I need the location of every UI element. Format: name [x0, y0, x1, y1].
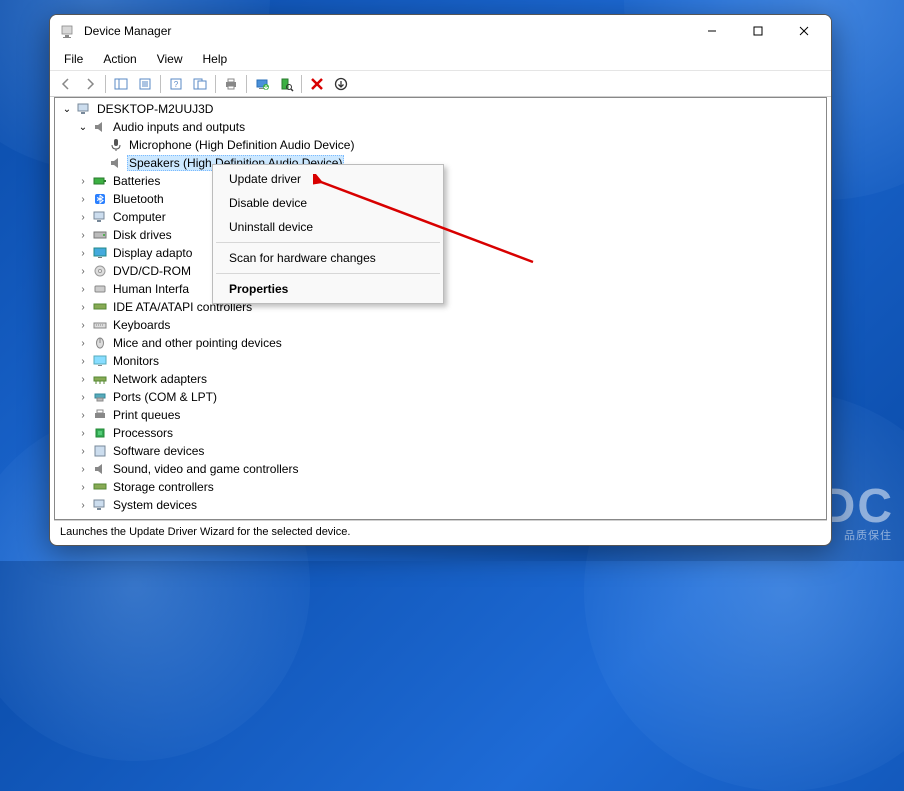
monitor-icon — [91, 353, 109, 369]
close-button[interactable] — [781, 15, 827, 47]
minimize-button[interactable] — [689, 15, 735, 47]
expander-icon[interactable]: › — [75, 320, 91, 331]
menu-help[interactable]: Help — [193, 50, 238, 68]
maximize-button[interactable] — [735, 15, 781, 47]
scan-button[interactable] — [274, 73, 298, 95]
tree-microphone[interactable]: Microphone (High Definition Audio Device… — [55, 136, 826, 154]
microphone-icon — [107, 137, 125, 153]
tree-root[interactable]: ⌄DESKTOP-M2UUJ3D — [55, 100, 826, 118]
svg-text:?: ? — [174, 80, 179, 89]
ctx-scan[interactable]: Scan for hardware changes — [215, 246, 441, 270]
tree-mice[interactable]: ›Mice and other pointing devices — [55, 334, 826, 352]
display-icon — [91, 245, 109, 261]
expander-icon[interactable]: › — [75, 428, 91, 439]
expander-icon[interactable]: › — [75, 392, 91, 403]
cpu-icon — [91, 425, 109, 441]
disable-button[interactable] — [329, 73, 353, 95]
expander-icon[interactable]: › — [75, 248, 91, 259]
dvd-icon — [91, 263, 109, 279]
expander-icon[interactable]: › — [75, 230, 91, 241]
window-title: Device Manager — [84, 24, 689, 38]
ctx-separator — [216, 242, 440, 243]
software-icon — [91, 443, 109, 459]
expander-icon[interactable]: › — [75, 374, 91, 385]
tree-content[interactable]: ⌄DESKTOP-M2UUJ3D ⌄Audio inputs and outpu… — [54, 97, 827, 520]
forward-button[interactable] — [78, 73, 102, 95]
speaker-icon — [91, 119, 109, 135]
menu-file[interactable]: File — [54, 50, 93, 68]
tree-system[interactable]: ›System devices — [55, 496, 826, 514]
tree-storage[interactable]: ›Storage controllers — [55, 478, 826, 496]
ide-icon — [91, 299, 109, 315]
help-button[interactable]: ? — [164, 73, 188, 95]
expander-icon[interactable]: › — [75, 482, 91, 493]
ctx-separator — [216, 273, 440, 274]
expander-icon[interactable]: › — [75, 410, 91, 421]
ctx-update-driver[interactable]: Update driver — [215, 167, 441, 191]
tree-network[interactable]: ›Network adapters — [55, 370, 826, 388]
tree-audio[interactable]: ⌄Audio inputs and outputs — [55, 118, 826, 136]
device-manager-window: Device Manager File Action View Help ? ⌄… — [49, 14, 832, 546]
printer-icon — [91, 407, 109, 423]
tree-sound[interactable]: ›Sound, video and game controllers — [55, 460, 826, 478]
ctx-disable-device[interactable]: Disable device — [215, 191, 441, 215]
status-bar: Launches the Update Driver Wizard for th… — [54, 520, 827, 542]
menu-action[interactable]: Action — [93, 50, 146, 68]
tree-ports[interactable]: ›Ports (COM & LPT) — [55, 388, 826, 406]
expander-icon[interactable]: › — [75, 194, 91, 205]
expander-icon[interactable]: › — [75, 356, 91, 367]
system-icon — [91, 497, 109, 513]
ctx-uninstall-device[interactable]: Uninstall device — [215, 215, 441, 239]
expander-icon[interactable]: › — [75, 266, 91, 277]
menubar: File Action View Help — [50, 47, 831, 71]
expander-icon[interactable]: › — [75, 284, 91, 295]
expander-icon[interactable]: ⌄ — [75, 122, 91, 133]
expander-icon[interactable]: ⌄ — [59, 104, 75, 115]
battery-icon — [91, 173, 109, 189]
uninstall-button[interactable] — [305, 73, 329, 95]
back-button[interactable] — [54, 73, 78, 95]
expander-icon[interactable]: › — [75, 212, 91, 223]
storage-icon — [91, 479, 109, 495]
bluetooth-icon — [91, 191, 109, 207]
hid-icon — [91, 281, 109, 297]
speaker-icon — [107, 155, 125, 171]
sound-icon — [91, 461, 109, 477]
tree-software[interactable]: ›Software devices — [55, 442, 826, 460]
action-button[interactable] — [188, 73, 212, 95]
toolbar: ? — [50, 71, 831, 97]
tree-print[interactable]: ›Print queues — [55, 406, 826, 424]
expander-icon[interactable]: › — [75, 338, 91, 349]
disk-icon — [91, 227, 109, 243]
context-menu: Update driver Disable device Uninstall d… — [212, 164, 444, 304]
tree-monitors[interactable]: ›Monitors — [55, 352, 826, 370]
titlebar: Device Manager — [50, 15, 831, 47]
app-icon — [60, 23, 76, 39]
computer-icon — [91, 209, 109, 225]
expander-icon[interactable]: › — [75, 464, 91, 475]
show-hide-console-button[interactable] — [109, 73, 133, 95]
tree-keyboards[interactable]: ›Keyboards — [55, 316, 826, 334]
print-button[interactable] — [219, 73, 243, 95]
port-icon — [91, 389, 109, 405]
ctx-properties[interactable]: Properties — [215, 277, 441, 301]
properties-button[interactable] — [133, 73, 157, 95]
menu-view[interactable]: View — [147, 50, 193, 68]
expander-icon[interactable]: › — [75, 500, 91, 511]
watermark-subtitle: 品质保住 — [844, 527, 892, 543]
expander-icon[interactable]: › — [75, 302, 91, 313]
tree-processors[interactable]: ›Processors — [55, 424, 826, 442]
keyboard-icon — [91, 317, 109, 333]
network-icon — [91, 371, 109, 387]
computer-icon — [75, 101, 93, 117]
mouse-icon — [91, 335, 109, 351]
expander-icon[interactable]: › — [75, 446, 91, 457]
update-driver-button[interactable] — [250, 73, 274, 95]
expander-icon[interactable]: › — [75, 176, 91, 187]
